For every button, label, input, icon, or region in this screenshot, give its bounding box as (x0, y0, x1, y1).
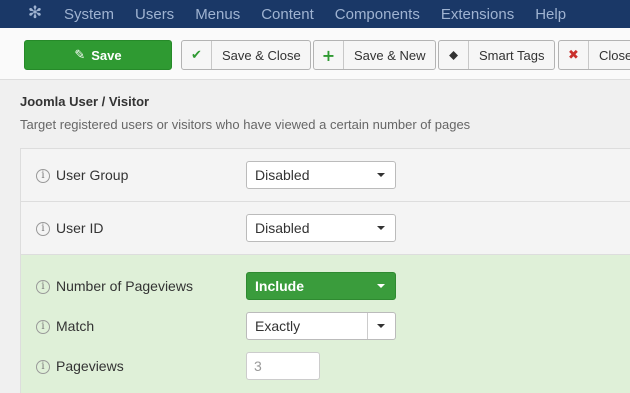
match-value: Exactly (255, 318, 301, 334)
pageviews-section: i Number of Pageviews Include i Match Ex… (21, 255, 630, 393)
caret-down-icon (377, 173, 385, 177)
info-icon[interactable]: i (36, 169, 50, 183)
caret-down-icon (377, 284, 385, 288)
menu-item-users[interactable]: Users (135, 6, 174, 23)
save-new-button[interactable]: + Save & New (313, 40, 436, 70)
smart-tags-button[interactable]: ⬥ Smart Tags (438, 40, 555, 70)
pageviews-input[interactable]: 3 (246, 352, 320, 380)
joomla-logo-icon[interactable]: ✻ (26, 4, 44, 22)
info-icon[interactable]: i (36, 222, 50, 236)
user-group-select[interactable]: Disabled (246, 161, 396, 189)
user-group-row: i User Group Disabled (21, 149, 630, 202)
page-title: Joomla User / Visitor (20, 94, 150, 109)
menu-item-menus[interactable]: Menus (195, 6, 240, 23)
tag-icon: ⬥ (439, 41, 469, 69)
menu-item-system[interactable]: System (64, 6, 114, 23)
caret-down-icon (377, 226, 385, 230)
menu-item-components[interactable]: Components (335, 6, 420, 23)
save-close-button[interactable]: ✔ Save & Close (181, 40, 311, 70)
save-new-label: Save & New (354, 47, 426, 63)
info-icon[interactable]: i (36, 360, 50, 374)
toolbar: ✎ Save ✔ Save & Close + Save & New ⬥ Sma… (0, 28, 630, 80)
pageviews-number-value: Include (255, 278, 305, 294)
menu-item-extensions[interactable]: Extensions (441, 6, 514, 23)
match-label: Match (56, 318, 95, 334)
info-icon[interactable]: i (36, 320, 50, 334)
pageviews-number-label: Number of Pageviews (56, 278, 193, 294)
close-icon: ✖ (559, 41, 589, 69)
condition-form: i User Group Disabled i User ID Disabled… (20, 148, 630, 393)
smart-tags-label: Smart Tags (479, 47, 545, 63)
caret-down-icon (377, 324, 385, 328)
user-group-label: User Group (56, 167, 129, 183)
top-menu-bar: ✻ System Users Menus Content Components … (0, 0, 630, 28)
close-label: Close (599, 47, 630, 63)
user-group-value: Disabled (255, 167, 310, 183)
page-description: Target registered users or visitors who … (20, 117, 471, 132)
info-icon[interactable]: i (36, 280, 50, 294)
user-id-value: Disabled (255, 220, 310, 236)
save-button[interactable]: ✎ Save (24, 40, 172, 70)
plus-icon: + (314, 41, 344, 69)
pageviews-number-select[interactable]: Include (246, 272, 396, 300)
close-button[interactable]: ✖ Close (558, 40, 630, 70)
pageviews-label: Pageviews (56, 358, 124, 374)
edit-icon: ✎ (74, 47, 86, 63)
match-select[interactable]: Exactly (246, 312, 396, 340)
save-close-label: Save & Close (222, 47, 301, 63)
check-icon: ✔ (182, 41, 212, 69)
main-menu: System Users Menus Content Components Ex… (64, 0, 587, 28)
user-id-label: User ID (56, 220, 104, 236)
menu-item-content[interactable]: Content (261, 6, 314, 23)
user-id-row: i User ID Disabled (21, 202, 630, 255)
save-button-label: Save (91, 47, 122, 63)
menu-item-help[interactable]: Help (535, 6, 566, 23)
user-id-select[interactable]: Disabled (246, 214, 396, 242)
divider (367, 313, 368, 339)
